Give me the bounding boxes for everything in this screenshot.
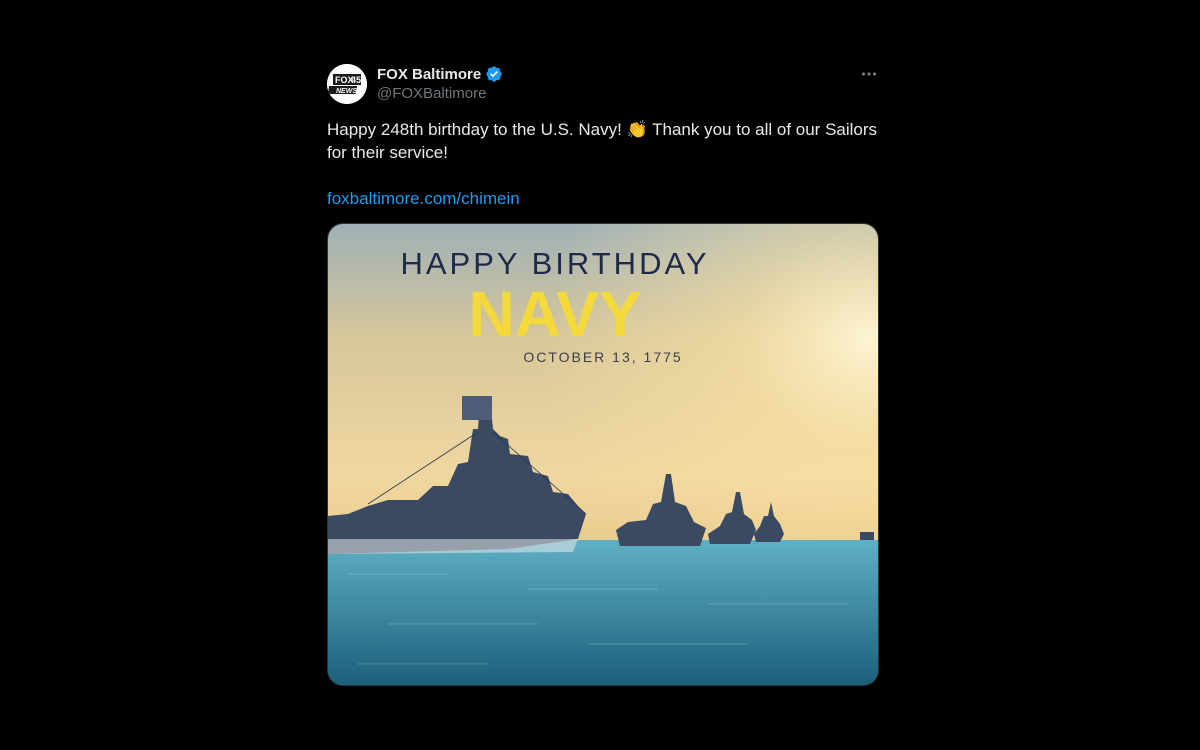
radar-array [462,396,492,420]
image-date: OCTOBER 13, 1775 [523,349,682,365]
logo-news-text: NEWS [336,88,357,95]
image-title: NAVY [468,278,641,350]
logo-number-text: 45 [351,75,361,85]
tweet-media-image[interactable]: HAPPY BIRTHDAY NAVY OCTOBER 13, 1775 [327,223,879,686]
sea-water [328,540,878,685]
display-name[interactable]: FOX Baltimore [377,66,481,83]
tweet-header: FOX 45 NEWS FOX Baltimore @FOXBaltimore [327,62,879,106]
hull-stripe [328,539,578,554]
verified-badge-icon[interactable] [485,65,503,83]
display-name-row: FOX Baltimore [377,64,503,84]
handle[interactable]: @FOXBaltimore [377,85,503,102]
tweet-link[interactable]: foxbaltimore.com/chimein [327,187,879,210]
author-names: FOX Baltimore @FOXBaltimore [377,64,503,102]
more-horizontal-icon [861,72,877,76]
fox45-logo: FOX 45 NEWS [327,64,367,104]
image-headline: HAPPY BIRTHDAY [400,246,709,281]
more-button[interactable] [859,64,879,84]
tweet-card: FOX 45 NEWS FOX Baltimore @FOXBaltimore [327,62,879,686]
distant-boat [860,532,874,540]
tweet-text: Happy 248th birthday to the U.S. Navy! 👏… [327,120,882,162]
navy-birthday-image: HAPPY BIRTHDAY NAVY OCTOBER 13, 1775 [328,224,878,685]
avatar[interactable]: FOX 45 NEWS [327,64,367,104]
